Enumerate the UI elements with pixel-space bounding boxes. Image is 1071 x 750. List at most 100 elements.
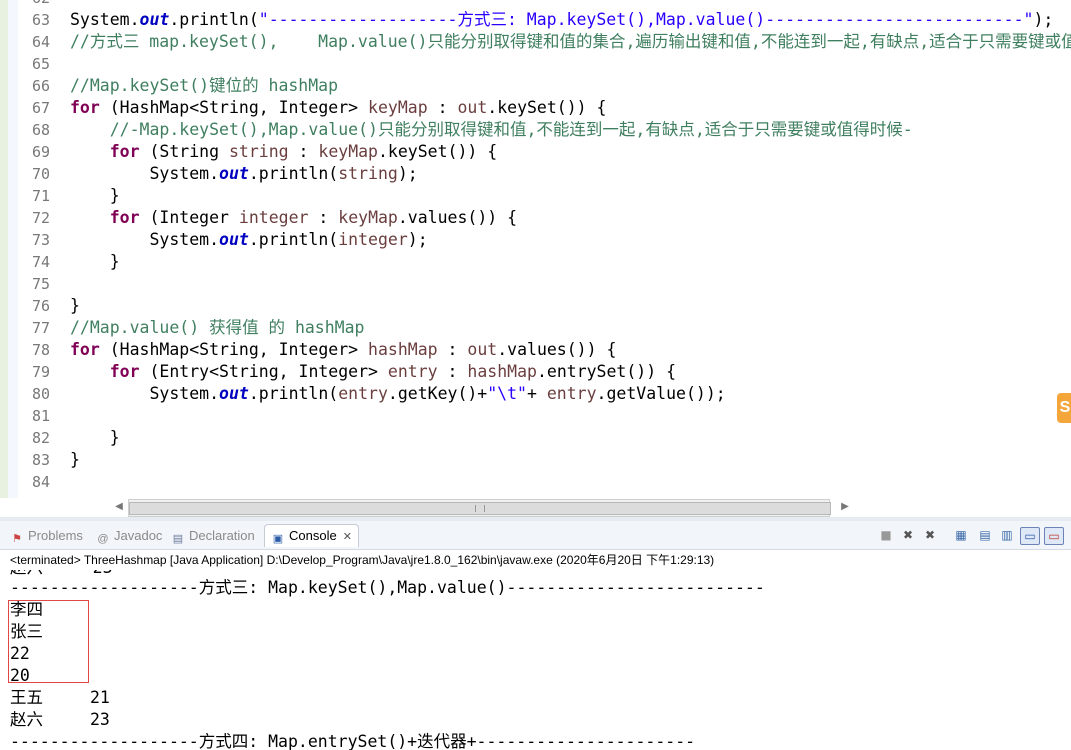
tab-problems[interactable]: ⚑ Problems xyxy=(10,525,83,547)
code-editor[interactable]: 6263System.out.println("----------------… xyxy=(0,0,1071,498)
code-token: for xyxy=(109,142,140,161)
line-number: 74 xyxy=(31,253,50,271)
line-number: 77 xyxy=(31,319,50,337)
tab-label: Declaration xyxy=(189,528,255,543)
code-line[interactable]: 65 xyxy=(0,53,1071,75)
code-text: //方式三 map.keySet(), Map.value()只能分别取得键和值… xyxy=(70,31,1071,53)
code-line[interactable]: 84 xyxy=(0,471,1071,493)
side-plugin-icon[interactable]: S xyxy=(1057,393,1071,423)
problems-icon: ⚑ xyxy=(12,533,22,545)
console-header-4: -------------------方式四: Map.entrySet()+迭… xyxy=(10,732,696,750)
code-token: //方式三 map.keySet(), Map.value()只能分别取得键和值… xyxy=(70,32,1071,51)
code-line[interactable]: 72 for (Integer integer : keyMap.values(… xyxy=(0,207,1071,229)
code-token: for xyxy=(109,362,140,381)
code-line[interactable]: 70 System.out.println(string); xyxy=(0,163,1071,185)
tab-console[interactable]: ▣ Console ✕ xyxy=(264,524,359,547)
code-token: .println( xyxy=(248,384,339,403)
code-text: } xyxy=(70,295,80,317)
code-token: //Map.value() 获得值 的 hashMap xyxy=(70,318,365,337)
line-number: 69 xyxy=(31,143,50,161)
code-token: .getKey()+ xyxy=(387,384,488,403)
code-line[interactable]: 74 } xyxy=(0,251,1071,273)
code-text: } xyxy=(70,427,120,449)
code-token: (HashMap<String, Integer> xyxy=(99,340,369,359)
show-on-output-icon[interactable]: ▭ xyxy=(1020,527,1040,545)
console-header-3: -------------------方式三: Map.keySet(),Map… xyxy=(10,578,765,597)
code-token: .println( xyxy=(169,10,259,29)
code-line[interactable]: 64 //方式三 map.keySet(), Map.value()只能分别取得键… xyxy=(0,31,1071,53)
line-number: 84 xyxy=(31,473,50,491)
code-token: } xyxy=(70,450,80,469)
code-token: string xyxy=(338,164,398,183)
code-line[interactable]: 79 for (Entry<String, Integer> entry : h… xyxy=(0,361,1071,383)
line-number: 66 xyxy=(31,77,50,95)
code-line[interactable]: 62 xyxy=(0,0,1071,9)
code-line[interactable]: 69 for (String string : keyMap.keySet())… xyxy=(0,141,1071,163)
code-line[interactable]: 68 //-Map.keySet(),Map.value()只能分别取得键和值,… xyxy=(0,119,1071,141)
code-token: ); xyxy=(407,230,428,249)
code-line[interactable]: 82 } xyxy=(0,427,1071,449)
declaration-icon: ▤ xyxy=(172,533,184,545)
code-token: entry xyxy=(387,362,438,381)
tab-declaration[interactable]: ▤ Declaration xyxy=(171,525,255,547)
remove-all-icon[interactable]: ✖ xyxy=(922,527,938,543)
code-token: ); xyxy=(397,164,418,183)
code-line[interactable]: 71 } xyxy=(0,185,1071,207)
horizontal-scrollbar[interactable] xyxy=(128,499,831,517)
code-line[interactable]: 63 System.out.println("------------------… xyxy=(0,9,1071,31)
code-line[interactable]: 67 for (HashMap<String, Integer> keyMap :… xyxy=(0,97,1071,119)
code-token: } xyxy=(70,428,120,447)
close-icon[interactable]: ✕ xyxy=(343,531,352,543)
pair-name: 王五 xyxy=(10,688,43,707)
clear-console-icon[interactable]: ▦ xyxy=(953,527,969,543)
javadoc-icon: @ xyxy=(97,533,109,545)
scroll-lock-icon[interactable]: ▤ xyxy=(977,527,993,543)
code-token: .values()) { xyxy=(397,208,518,227)
scroll-right-arrow-icon[interactable]: ▶ xyxy=(838,499,852,515)
tab-javadoc[interactable]: @ Javadoc xyxy=(96,525,162,547)
code-token: integer xyxy=(338,230,408,249)
code-token: .values()) { xyxy=(497,340,617,359)
code-text: } xyxy=(70,185,120,207)
code-token: System. xyxy=(70,164,220,183)
line-number: 73 xyxy=(31,231,50,249)
show-on-error-icon[interactable]: ▭ xyxy=(1044,527,1064,545)
code-token: : xyxy=(288,142,319,161)
scrollbar-thumb[interactable] xyxy=(129,502,831,515)
highlight-box xyxy=(8,600,89,683)
code-text: //Map.value() 获得值 的 hashMap xyxy=(70,317,364,339)
code-line[interactable]: 78 for (HashMap<String, Integer> hashMap … xyxy=(0,339,1071,361)
code-line[interactable]: 66 //Map.keySet()键位的 hashMap xyxy=(0,75,1071,97)
code-line[interactable]: 83} xyxy=(0,449,1071,471)
terminate-icon[interactable]: ■ xyxy=(878,527,894,543)
code-token: (Integer xyxy=(139,208,239,227)
line-number: 72 xyxy=(31,209,50,227)
code-line[interactable]: 85 xyxy=(0,493,1071,498)
code-line[interactable]: 80 System.out.println(entry.getKey()+"\t… xyxy=(0,383,1071,405)
code-text: System.out.println("-------------------方… xyxy=(70,9,1053,31)
code-line[interactable]: 75 xyxy=(0,273,1071,295)
remove-launch-icon[interactable]: ✖ xyxy=(900,527,916,543)
code-token: "\t" xyxy=(487,384,527,403)
word-wrap-icon[interactable]: ▥ xyxy=(999,527,1015,543)
code-token: .keySet()) { xyxy=(487,98,607,117)
code-line[interactable]: 81 xyxy=(0,405,1071,427)
code-token: for xyxy=(70,340,100,359)
code-line[interactable]: 77 //Map.value() 获得值 的 hashMap xyxy=(0,317,1071,339)
scroll-left-arrow-icon[interactable]: ◀ xyxy=(112,499,126,515)
code-text: for (HashMap<String, Integer> hashMap : … xyxy=(70,339,616,361)
console-icon: ▣ xyxy=(272,533,284,545)
code-line[interactable]: 76} xyxy=(0,295,1071,317)
code-text: //-Map.keySet(),Map.value()只能分别取得键和值,不能连… xyxy=(70,119,913,141)
code-line[interactable]: 73 System.out.println(integer); xyxy=(0,229,1071,251)
code-token: keyMap xyxy=(338,208,398,227)
code-text: System.out.println(integer); xyxy=(70,229,428,251)
console-output[interactable]: 赵六 23 -------------------方式三: Map.keySet… xyxy=(0,570,1071,750)
line-number: 71 xyxy=(31,187,50,205)
code-token: "-------------------方式三: Map.keySet(),Ma… xyxy=(258,10,1034,29)
line-number: 63 xyxy=(31,11,50,29)
code-token: out xyxy=(219,164,249,183)
code-token: //-Map.keySet(),Map.value()只能分别取得键和值,不能连… xyxy=(70,120,913,139)
code-token: out xyxy=(457,98,488,117)
code-token: .println( xyxy=(248,164,339,183)
